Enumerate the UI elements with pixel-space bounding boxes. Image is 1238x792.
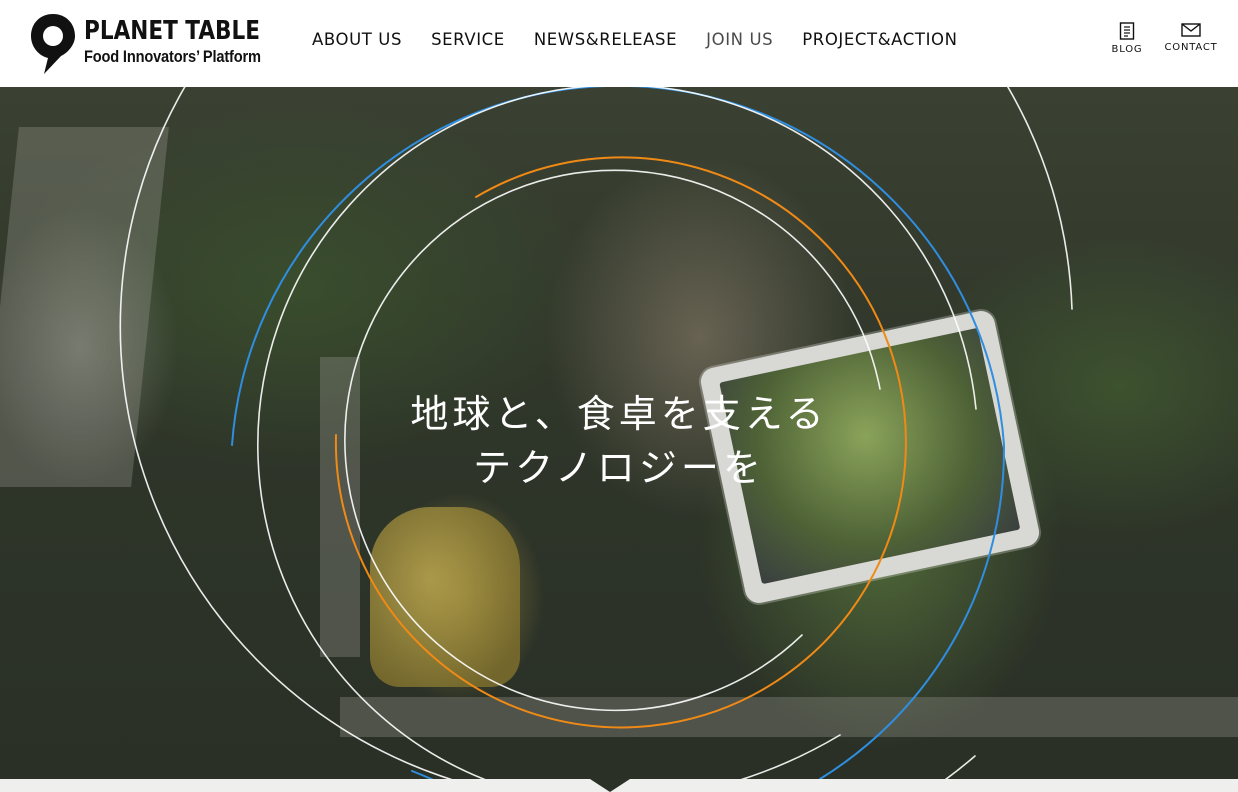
contact-label: CONTACT <box>1164 42 1218 53</box>
hero-tagline-line1: 地球と、食卓を支える <box>410 392 828 436</box>
hero-tagline-line2: テクノロジーを <box>473 446 765 490</box>
blog-link[interactable]: BLOG <box>1110 22 1144 55</box>
nav-project-action[interactable]: PROJECT&ACTION <box>802 30 957 49</box>
site-header: PLANET TABLE Food Innovators’ Platform A… <box>0 0 1238 87</box>
main-nav: ABOUT US SERVICE NEWS&RELEASE JOIN US PR… <box>312 30 987 49</box>
logo-subtitle: Food Innovators’ Platform <box>84 47 261 66</box>
blog-label: BLOG <box>1111 44 1143 55</box>
hero-section: 地球と、食卓を支える テクノロジーを <box>0 87 1238 779</box>
map-pin-logo-icon <box>31 14 75 74</box>
nav-about-us[interactable]: ABOUT US <box>312 30 402 49</box>
document-icon <box>1119 22 1135 40</box>
logo-title: PLANET TABLE <box>84 16 260 46</box>
planet-table-logo[interactable]: PLANET TABLE Food Innovators’ Platform <box>29 12 269 76</box>
nav-news-release[interactable]: NEWS&RELEASE <box>534 30 677 49</box>
contact-link[interactable]: CONTACT <box>1164 22 1218 53</box>
nav-join-us[interactable]: JOIN US <box>706 30 773 49</box>
hero-tagline: 地球と、食卓を支える テクノロジーを <box>0 387 1238 495</box>
ring-blue-tail <box>411 770 434 779</box>
nav-service[interactable]: SERVICE <box>431 30 505 49</box>
envelope-icon <box>1181 23 1201 37</box>
scroll-down-notch[interactable] <box>590 779 630 792</box>
ring-white-outer-tail <box>944 755 976 779</box>
